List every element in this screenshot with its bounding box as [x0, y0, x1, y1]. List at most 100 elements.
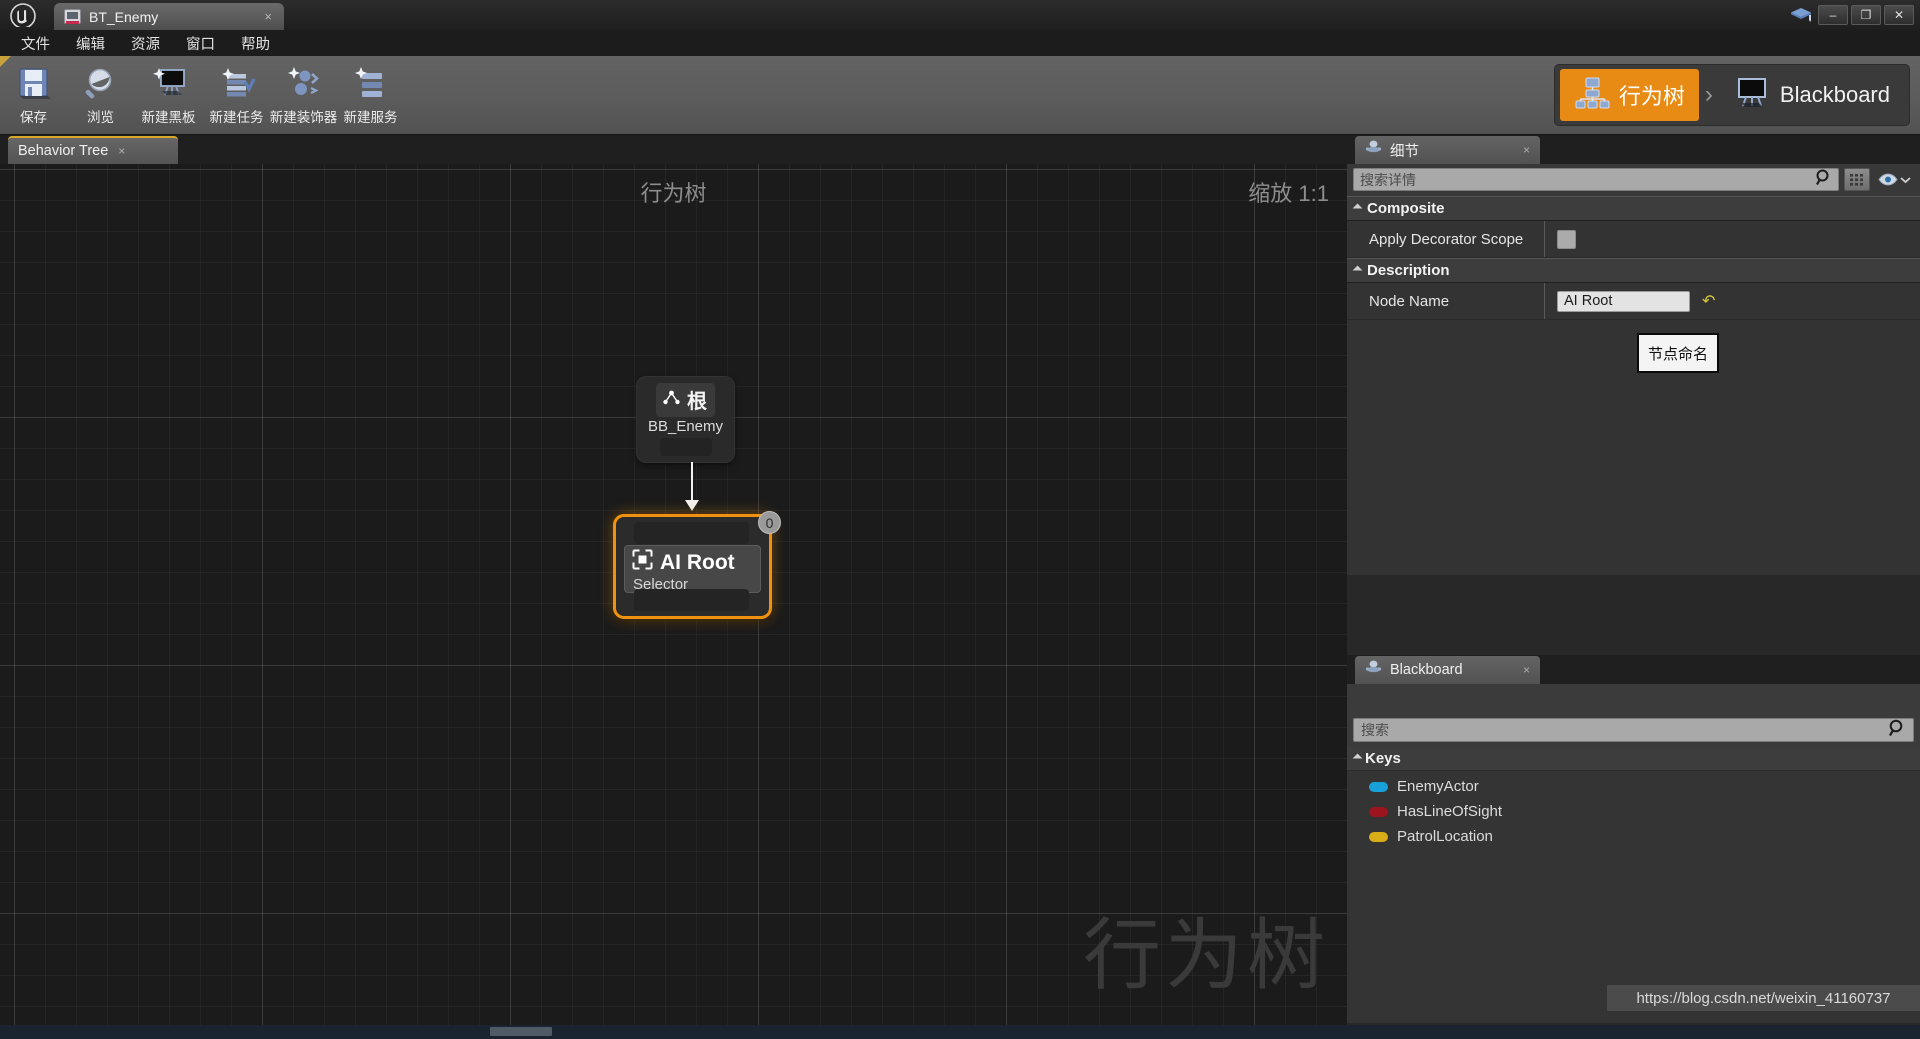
blackboard-search-placeholder: 搜索	[1361, 722, 1389, 738]
details-category-description-label: Description	[1367, 262, 1450, 279]
editor-mode-switcher: 行为树 › Blackboard	[1553, 64, 1910, 126]
revert-icon[interactable]: ↶	[1702, 291, 1715, 311]
details-category-composite[interactable]: Composite	[1347, 196, 1920, 221]
tab-details-label: 细节	[1390, 143, 1419, 160]
blackboard-search-row: 搜索	[1347, 715, 1920, 746]
tab-blackboard[interactable]: Blackboard ×	[1355, 656, 1540, 684]
details-search-placeholder: 搜索详情	[1360, 171, 1416, 188]
graph-node-root[interactable]: 根 BB_Enemy	[637, 377, 734, 462]
window-minimize-button[interactable]: –	[1818, 5, 1848, 25]
root-node-subtitle: BB_Enemy	[647, 418, 724, 435]
menu-item-file[interactable]: 文件	[8, 30, 63, 57]
tab-behavior-tree[interactable]: Behavior Tree ×	[8, 136, 178, 164]
blackboard-keys-header-label: Keys	[1365, 749, 1401, 767]
behavior-tree-graph-canvas[interactable]: 行为树 缩放 1:1 行为树 根 BB_Enemy 0 AI Root Sele…	[0, 164, 1347, 1025]
key-type-color-swatch	[1369, 806, 1388, 817]
selector-node-icon	[632, 549, 653, 576]
blackboard-search-input[interactable]: 搜索	[1353, 718, 1914, 742]
tab-behavior-tree-label: Behavior Tree	[18, 143, 109, 159]
graduation-cap-icon[interactable]	[1784, 0, 1818, 30]
blackboard-panel-icon	[1365, 660, 1382, 680]
blackboard-key-row[interactable]: PatrolLocation	[1347, 824, 1920, 849]
apply-decorator-scope-checkbox[interactable]	[1557, 229, 1576, 249]
menu-item-edit[interactable]: 编辑	[63, 30, 118, 57]
graph-connection-line	[691, 462, 693, 504]
toolbar-save-label: 保存	[20, 110, 47, 125]
tab-blackboard-label: Blackboard	[1390, 662, 1463, 678]
property-value-node-name: AI Root ↶	[1544, 283, 1920, 319]
toolbar-new-service-button[interactable]: 新建服务	[337, 56, 404, 135]
toolbar-new-blackboard-label: 新建黑板	[141, 110, 196, 125]
new-service-icon	[351, 63, 391, 103]
details-grid-view-button[interactable]	[1844, 168, 1870, 191]
blackboard-key-label: HasLineOfSight	[1397, 803, 1503, 820]
toolbar-new-blackboard-button[interactable]: 新建黑板	[135, 56, 202, 135]
grid-view-icon	[1850, 173, 1863, 186]
ai-root-index-badge: 0	[758, 511, 781, 534]
root-node-header: 根	[656, 383, 715, 417]
mode-chevron-icon: ›	[1704, 81, 1713, 108]
tab-blackboard-close-icon[interactable]: ×	[1523, 663, 1530, 677]
toolbar-new-decorator-label: 新建装饰器	[269, 110, 338, 125]
graph-watermark: 行为树	[1082, 911, 1329, 999]
blackboard-key-row[interactable]: EnemyActor	[1347, 774, 1920, 799]
blackboard-toolbar-strip	[1347, 684, 1920, 715]
property-row-node-name: Node Name AI Root ↶	[1347, 283, 1920, 320]
tab-behavior-tree-close-icon[interactable]: ×	[118, 144, 125, 158]
details-search-input[interactable]: 搜索详情	[1353, 168, 1839, 191]
toolbar-browse-label: 浏览	[87, 110, 114, 125]
main-toolbar: 保存 浏览 新建黑板 新建任务 新建装饰器 新建服务 行为树 › Blackbo…	[0, 56, 1920, 135]
document-tab-title: BT_Enemy	[89, 8, 159, 25]
right-panel-column: 细节 × 搜索详情 Composite Apply Decorator Scop…	[1347, 135, 1920, 1025]
key-type-color-swatch	[1369, 831, 1388, 842]
menu-item-window[interactable]: 窗口	[173, 30, 228, 57]
blackboard-key-row[interactable]: HasLineOfSight	[1347, 799, 1920, 824]
mode-button-blackboard[interactable]: Blackboard	[1719, 69, 1904, 121]
toolbar-group-new-blackboard: 新建黑板	[135, 56, 202, 135]
blackboard-icon	[1733, 76, 1771, 115]
graph-node-ai-root[interactable]: 0 AI Root Selector	[613, 511, 781, 619]
title-bar: BT_Enemy × – ❐ ✕	[0, 0, 1920, 30]
toolbar-browse-button[interactable]: 浏览	[67, 56, 134, 135]
window-maximize-button[interactable]: ❐	[1851, 5, 1881, 25]
menu-item-asset[interactable]: 资源	[118, 30, 173, 57]
blackboard-key-label: EnemyActor	[1397, 778, 1479, 795]
details-visibility-button[interactable]	[1875, 173, 1914, 186]
status-bar	[0, 1025, 1920, 1039]
window-close-button[interactable]: ✕	[1884, 5, 1914, 25]
details-search-row: 搜索详情	[1347, 164, 1920, 196]
toolbar-group-new-nodes: 新建任务 新建装饰器 新建服务	[203, 56, 404, 135]
document-tab-close-icon[interactable]: ×	[260, 9, 276, 24]
ai-root-input-pin[interactable]	[634, 522, 749, 544]
blackboard-keys-header[interactable]: Keys	[1347, 746, 1920, 771]
ai-root-title-row: AI Root	[632, 549, 753, 576]
toolbar-corner-marker	[0, 56, 11, 67]
menu-item-help[interactable]: 帮助	[228, 30, 283, 57]
property-value-apply-decorator-scope	[1544, 221, 1920, 257]
graph-connection-arrow	[685, 500, 699, 511]
blackboard-key-label: PatrolLocation	[1397, 828, 1493, 845]
status-bar-progress	[490, 1027, 552, 1036]
toolbar-new-decorator-button[interactable]: 新建装饰器	[270, 56, 337, 135]
details-category-description[interactable]: Description	[1347, 258, 1920, 283]
root-node-title: 根	[687, 391, 707, 413]
expander-triangle-icon	[1352, 265, 1363, 276]
details-empty-area	[1347, 320, 1920, 575]
toolbar-new-task-label: 新建任务	[209, 110, 264, 125]
root-node-output-pin[interactable]	[660, 438, 712, 456]
property-row-apply-decorator-scope: Apply Decorator Scope	[1347, 221, 1920, 258]
ai-root-title: AI Root	[660, 550, 735, 574]
toolbar-new-task-button[interactable]: 新建任务	[203, 56, 270, 135]
ai-root-output-pin[interactable]	[634, 589, 749, 611]
browse-icon	[81, 63, 121, 103]
mode-button-behavior-tree[interactable]: 行为树	[1559, 69, 1699, 121]
tab-details-close-icon[interactable]: ×	[1523, 143, 1530, 157]
unreal-logo-icon	[0, 0, 46, 30]
toolbar-save-button[interactable]: 保存	[0, 56, 67, 135]
behavior-tree-icon	[1574, 76, 1610, 115]
tab-details[interactable]: 细节 ×	[1355, 136, 1540, 164]
new-task-icon	[217, 63, 257, 103]
chevron-down-icon	[1900, 176, 1911, 183]
document-tab-bt-enemy[interactable]: BT_Enemy ×	[54, 3, 284, 30]
node-name-input[interactable]: AI Root	[1557, 290, 1690, 312]
